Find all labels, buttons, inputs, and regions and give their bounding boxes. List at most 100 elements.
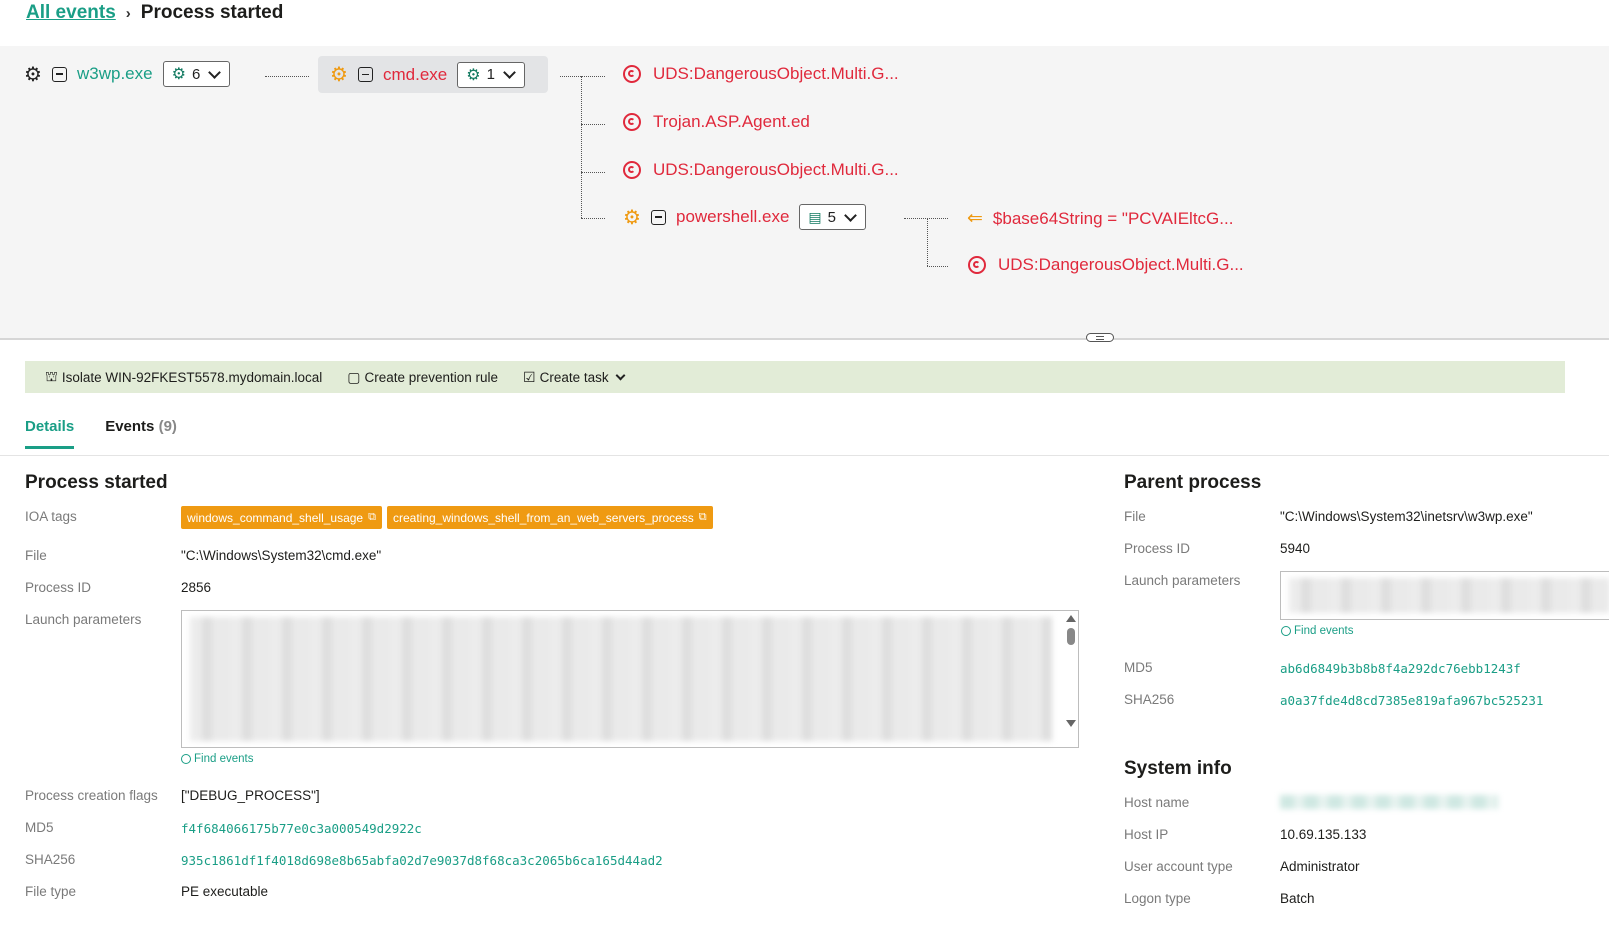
script-event-icon: ⇐ (967, 208, 983, 229)
scroll-down-icon[interactable] (1065, 720, 1076, 727)
account-type-label: User account type (1124, 859, 1233, 874)
pid-value: 2856 (181, 580, 212, 595)
external-link-icon: ⧉ (698, 511, 707, 523)
parent-sha256-link[interactable]: a0a37fde4d8cd7385e819afa967bc525231 (1280, 693, 1543, 708)
parent-file-label: File (1124, 509, 1146, 524)
launch-params-field[interactable] (181, 610, 1079, 748)
threat-name[interactable]: Trojan.ASP.Agent.ed (653, 112, 810, 132)
file-path-link[interactable]: "C:\Windows\System32\cmd.exe" (181, 548, 381, 563)
prevention-rule-icon: ▢ (347, 368, 361, 385)
breadcrumb-separator: › (125, 4, 131, 22)
tree-connector (927, 218, 928, 266)
section-title-process: Process started (25, 472, 168, 493)
node-name[interactable]: cmd.exe (383, 65, 447, 85)
chevron-down-icon (844, 208, 857, 222)
file-type-label: File type (25, 884, 77, 899)
sha256-link[interactable]: 935c1861df1f4018d698e8b65abfa02d7e9037d8… (181, 853, 663, 868)
gear-icon: ⚙ (171, 66, 186, 83)
create-task-label: Create task (539, 369, 609, 385)
file-label: File (25, 548, 47, 563)
parent-file-link[interactable]: "C:\Windows\System32\inetsrv\w3wp.exe" (1280, 509, 1533, 524)
pid-label: Process ID (25, 580, 92, 595)
scroll-thumb[interactable] (1066, 628, 1075, 645)
tree-connector (581, 218, 605, 219)
section-title-system: System info (1124, 758, 1232, 779)
ioa-tags-label: IOA tags (25, 509, 77, 524)
threat-icon (968, 256, 986, 274)
ioa-tags: windows_command_shell_usage ⧉ creating_w… (181, 506, 718, 529)
host-ip-link[interactable]: 10.69.135.133 (1280, 827, 1366, 842)
flags-value: ["DEBUG_PROCESS"] (181, 788, 320, 803)
flags-label: Process creation flags (25, 788, 158, 803)
host-name-label: Host name (1124, 795, 1190, 810)
tab-events-label: Events (105, 418, 155, 435)
collapse-icon[interactable] (358, 67, 373, 82)
tree-node-powershell[interactable]: ⚙ powershell.exe ▤ 5 (621, 199, 866, 235)
panel-resize-handle[interactable] (1086, 333, 1114, 342)
threat-name[interactable]: UDS:DangerousObject.Multi.G... (998, 255, 1244, 275)
redacted-content (1289, 578, 1609, 613)
isolate-button[interactable]: ⛫ Isolate WIN-92FKEST5578.mydomain.local (45, 368, 322, 387)
child-count-dropdown[interactable]: ⚙ 1 (457, 61, 525, 88)
child-count-dropdown[interactable]: ⚙ 6 (162, 61, 231, 87)
threat-icon (623, 65, 641, 83)
tree-threat-1[interactable]: UDS:DangerousObject.Multi.G... (623, 64, 899, 84)
tree-node-w3wp[interactable]: ⚙ w3wp.exe ⚙ 6 (22, 56, 231, 92)
chevron-down-icon (503, 66, 516, 79)
parent-find-events-link[interactable]: Find events (1281, 625, 1353, 637)
child-count: 6 (191, 65, 201, 83)
find-events-link[interactable]: Find events (181, 753, 253, 765)
gear-icon: ⚙ (330, 64, 348, 86)
parent-sha256-label: SHA256 (1124, 692, 1175, 707)
page-title: Process started (140, 2, 284, 23)
md5-link[interactable]: f4f684066175b77e0c3a000549d2922c (181, 821, 422, 836)
threat-name[interactable]: UDS:DangerousObject.Multi.G... (653, 64, 899, 84)
threat-name[interactable]: UDS:DangerousObject.Multi.G... (653, 160, 899, 180)
redacted-content (190, 617, 1052, 741)
script-event-name[interactable]: $base64String = "PCVAIEltcG... (993, 209, 1234, 229)
collapse-icon[interactable] (52, 66, 67, 82)
tab-events[interactable]: Events (9) (105, 412, 177, 449)
node-name[interactable]: w3wp.exe (77, 64, 153, 84)
account-type-value: Administrator (1280, 859, 1360, 874)
tree-threat-2[interactable]: Trojan.ASP.Agent.ed (623, 112, 810, 132)
node-name[interactable]: powershell.exe (676, 207, 789, 227)
parent-pid-label: Process ID (1124, 541, 1191, 556)
scrollbar[interactable] (1065, 615, 1076, 743)
external-link-icon: ⧉ (368, 511, 376, 523)
parent-launch-field[interactable] (1280, 571, 1609, 620)
collapse-icon[interactable] (651, 209, 666, 225)
child-count-dropdown[interactable]: ▤ 5 (799, 204, 866, 230)
tree-threat-3[interactable]: UDS:DangerousObject.Multi.G... (623, 160, 899, 180)
parent-pid-value: 5940 (1280, 541, 1311, 556)
gear-icon: ⚙ (24, 63, 42, 86)
process-tree: ⚙ w3wp.exe ⚙ 6 ⚙ cmd.exe ⚙ 1 UDS:Dangero… (0, 46, 1609, 340)
tree-threat-4[interactable]: UDS:DangerousObject.Multi.G... (968, 255, 1244, 275)
create-task-dropdown[interactable]: ☑ Create task (523, 369, 626, 386)
section-title-parent: Parent process (1124, 472, 1262, 493)
tree-node-cmd[interactable]: ⚙ cmd.exe ⚙ 1 (318, 56, 548, 93)
parent-md5-label: MD5 (1124, 660, 1153, 675)
ioa-tag[interactable]: creating_windows_shell_from_an_web_serve… (386, 506, 713, 529)
divider (0, 455, 1609, 456)
create-prevention-rule-button[interactable]: ▢ Create prevention rule (347, 369, 498, 386)
sha256-label: SHA256 (25, 852, 76, 867)
ioa-tag[interactable]: windows_command_shell_usage ⧉ (181, 506, 382, 529)
logon-type-label: Logon type (1124, 891, 1191, 906)
tree-connector (581, 124, 605, 125)
events-count: (9) (158, 418, 177, 435)
file-type-link[interactable]: PE executable (181, 884, 268, 899)
isolate-label: Isolate WIN-92FKEST5578.mydomain.local (61, 369, 323, 385)
find-events-icon (1281, 626, 1291, 636)
parent-md5-link[interactable]: ab6d6849b3b8b8f4a292dc76ebb1243f (1280, 661, 1521, 676)
child-count: 5 (827, 208, 836, 226)
action-bar: ⛫ Isolate WIN-92FKEST5578.mydomain.local… (25, 361, 1565, 393)
tab-details[interactable]: Details (25, 412, 75, 449)
tree-connector (581, 172, 605, 173)
parent-launch-label: Launch parameters (1124, 573, 1241, 588)
all-events-link[interactable]: All events (26, 2, 116, 24)
isolate-icon: ⛫ (45, 367, 58, 384)
tree-script-event[interactable]: ⇐ $base64String = "PCVAIEltcG... (967, 207, 1233, 230)
logon-type-value: Batch (1280, 891, 1315, 906)
scroll-up-icon[interactable] (1065, 615, 1076, 622)
